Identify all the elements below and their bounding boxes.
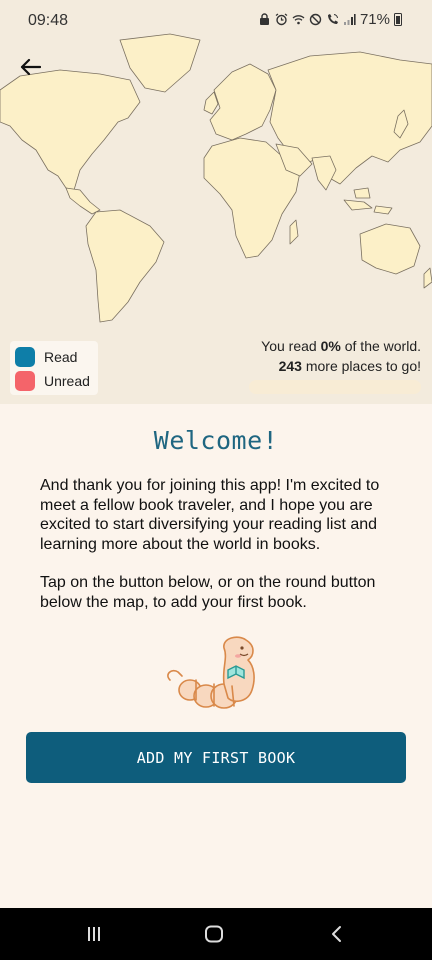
status-bar: 09:48 71%: [0, 0, 432, 40]
recent-apps-button[interactable]: [82, 922, 106, 946]
progress-percent: 0%: [320, 338, 341, 354]
legend-item-unread: Unread: [15, 369, 93, 393]
places-remaining-count: 243: [278, 358, 302, 374]
system-nav-bar: [0, 908, 432, 960]
places-remaining-suffix: more places to go!: [301, 358, 421, 374]
australia-shape: [359, 223, 421, 275]
system-back-button[interactable]: [324, 922, 348, 946]
welcome-title: Welcome!: [153, 426, 279, 455]
progress-text: You read 0% of the world. 243 more place…: [261, 336, 421, 376]
wifi-icon: [292, 15, 305, 25]
indonesia-shape: [343, 187, 393, 215]
europe-shape: [209, 63, 277, 141]
read-swatch: [15, 347, 35, 367]
home-button[interactable]: [202, 922, 226, 946]
legend-label: Read: [44, 349, 78, 365]
progress-bar: [249, 380, 421, 394]
legend-item-read: Read: [15, 345, 93, 369]
north-america-shape: [0, 69, 141, 191]
welcome-paragraph-2: Tap on the button below, or on the round…: [40, 574, 376, 611]
world-map-graphic: [0, 33, 432, 323]
home-icon: [205, 925, 223, 943]
world-map[interactable]: Read Unread You read 0% of the world. 24…: [0, 0, 432, 404]
madagascar-shape: [289, 219, 299, 245]
bookworm-illustration: [167, 636, 255, 709]
welcome-paragraph-1: And thank you for joining this app! I'm …: [40, 477, 380, 553]
india-shape: [311, 155, 337, 191]
south-america-shape: [85, 209, 165, 323]
recent-apps-icon: [88, 927, 100, 941]
back-icon: [332, 926, 341, 942]
signal-icon: [343, 14, 356, 25]
legend-label: Unread: [44, 373, 90, 389]
arrow-left-icon: [20, 58, 41, 76]
unread-swatch: [15, 371, 35, 391]
progress-percent-line: You read 0% of the world.: [261, 336, 421, 356]
status-time: 09:48: [28, 12, 69, 29]
central-america-shape: [65, 187, 101, 215]
wifi-call-icon: [327, 14, 338, 24]
status-icons: 71%: [258, 11, 402, 28]
lock-icon: [259, 13, 269, 25]
new-zealand-shape: [423, 267, 432, 289]
progress-suffix: of the world.: [340, 338, 421, 354]
map-legend: Read Unread: [10, 341, 98, 395]
greenland-shape: [119, 33, 201, 93]
battery-icon: [394, 13, 402, 26]
progress-prefix: You read: [261, 338, 321, 354]
add-first-book-button[interactable]: ADD MY FIRST BOOK: [26, 732, 406, 783]
do-not-disturb-icon: [309, 13, 322, 26]
progress-count-line: 243 more places to go!: [261, 356, 421, 376]
battery-percent: 71%: [359, 11, 390, 28]
back-button[interactable]: [14, 52, 46, 82]
alarm-icon: [275, 13, 288, 26]
welcome-panel: Welcome! And thank you for joining this …: [0, 404, 432, 908]
